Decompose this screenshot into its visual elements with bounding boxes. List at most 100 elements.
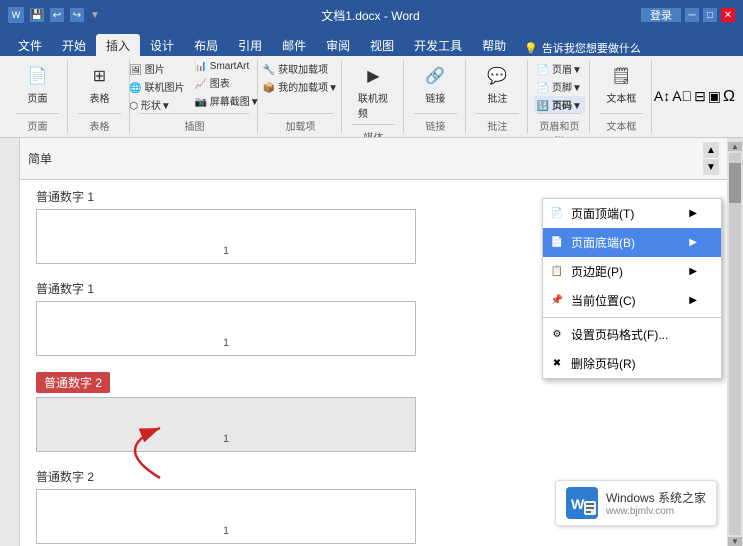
- close-button[interactable]: ✕: [721, 8, 735, 22]
- watermark-box: W Windows 系统之家 www.bjmlv.com: [555, 480, 717, 526]
- right-tools: A↕ A⃣ ⊟ ▣ Ω: [654, 88, 735, 106]
- comments-group-label: 批注: [476, 113, 519, 133]
- scroll-track[interactable]: [729, 153, 741, 535]
- online-video-button[interactable]: ▶ 联机视频: [352, 60, 395, 124]
- pages-button[interactable]: 📄 页面: [18, 60, 58, 109]
- textbox-button[interactable]: 🗒 文本框: [600, 60, 642, 109]
- illustrations-items: 🖼 图片 🌐 联机图片 ⬡ 形状▼ 📊 SmartArt 📈 图表 📷 屏幕截图…: [126, 60, 262, 113]
- arrow-right-icon-2: ▶: [689, 266, 697, 277]
- tab-help[interactable]: 帮助: [472, 34, 516, 56]
- save-button[interactable]: 💾: [30, 8, 44, 22]
- gallery-preview-1[interactable]: 1: [36, 301, 416, 356]
- screenshot-button[interactable]: 📷 屏幕截图▼: [192, 92, 263, 109]
- ribbon-group-links: 🔗 链接 链接: [406, 60, 466, 133]
- shapes-button[interactable]: ⬡ 形状▼: [126, 96, 187, 113]
- page-top-icon: 📄: [549, 206, 565, 222]
- ribbon-group-media: ▶ 联机视频 媒体: [344, 60, 404, 133]
- svg-text:W: W: [571, 496, 585, 512]
- tab-layout[interactable]: 布局: [184, 34, 228, 56]
- menu-item-page-margin[interactable]: 📋 页边距(P) ▶: [543, 257, 721, 286]
- gallery-preview-0[interactable]: 1: [36, 209, 416, 264]
- link-icon: 🔗: [423, 64, 447, 88]
- smartart-button[interactable]: 📊 SmartArt: [192, 60, 263, 73]
- online-picture-button[interactable]: 🌐 联机图片: [126, 78, 187, 95]
- menu-item-page-bottom[interactable]: 📄 页面底端(B) ▶: [543, 228, 721, 257]
- tab-insert[interactable]: 插入: [96, 34, 140, 56]
- minimize-button[interactable]: ─: [685, 8, 699, 22]
- ribbon-right: A↕ A⃣ ⊟ ▣ Ω: [654, 60, 735, 133]
- gallery-item-label-2: 普通数字 2: [36, 372, 110, 393]
- menu-item-delete[interactable]: ✖ 删除页码(R): [543, 349, 721, 378]
- table-items: ⊞ 表格: [80, 60, 120, 113]
- restore-button[interactable]: □: [703, 8, 717, 22]
- arrow-right-icon-1: ▶: [689, 237, 697, 248]
- tab-view[interactable]: 视图: [360, 34, 404, 56]
- scroll-thumb[interactable]: [729, 163, 741, 203]
- current-pos-icon: 📌: [549, 293, 565, 309]
- gallery-preview-2[interactable]: 1: [36, 397, 416, 452]
- tab-home[interactable]: 开始: [52, 34, 96, 56]
- scroll-down-button[interactable]: ▼: [728, 537, 742, 546]
- comment-button[interactable]: 💬 批注: [477, 60, 517, 109]
- doc-area: 简单 ▲ ▼ 普通数字 1 1 普通数字 1 1: [20, 138, 727, 546]
- tab-design[interactable]: 设计: [140, 34, 184, 56]
- title-bar: W 💾 ↩ ↪ ▼ 文档1.docx - Word 登录 ─ □ ✕: [0, 0, 743, 30]
- gallery-header: 简单 ▲ ▼: [20, 138, 727, 180]
- word-icon: W: [8, 7, 24, 23]
- illustrations-col2: 📊 SmartArt 📈 图表 📷 屏幕截图▼: [192, 60, 263, 109]
- picture-button[interactable]: 🖼 图片: [126, 60, 187, 77]
- get-addins-button[interactable]: 🔧 获取加载项: [260, 60, 341, 77]
- chart-button[interactable]: 📈 图表: [192, 74, 263, 91]
- pages-items: 📄 页面: [18, 60, 58, 113]
- video-icon: ▶: [361, 64, 385, 88]
- login-button[interactable]: 登录: [641, 8, 681, 22]
- menu-item-current-pos[interactable]: 📌 当前位置(C) ▶: [543, 286, 721, 315]
- addins-group-label: 加载项: [268, 113, 333, 133]
- ribbon-group-comments: 💬 批注 批注: [468, 60, 528, 133]
- links-button[interactable]: 🔗 链接: [415, 60, 455, 109]
- textbox-group-label: 文本框: [600, 113, 643, 133]
- help-search: 💡 告诉我您想要做什么: [524, 40, 641, 56]
- context-menu: 📄 页面顶端(T) ▶ 📄 页面底端(B) ▶ 📋 页边距(P) ▶ 📌 当前位…: [542, 198, 722, 379]
- illustrations-col: 🖼 图片 🌐 联机图片 ⬡ 形状▼: [126, 60, 187, 113]
- redo-button[interactable]: ↪: [70, 8, 84, 22]
- addins-items: 🔧 获取加载项 📦 我的加载项▼: [260, 60, 341, 113]
- table-icon: ⊞: [88, 64, 112, 88]
- arrow-right-icon-0: ▶: [689, 208, 697, 219]
- right-scrollbar: ▲ ▼: [727, 138, 743, 546]
- menu-item-format[interactable]: ⚙ 设置页码格式(F)...: [543, 320, 721, 349]
- menu-item-page-top[interactable]: 📄 页面顶端(T) ▶: [543, 199, 721, 228]
- format-page-icon: ⚙: [549, 327, 565, 343]
- page-num-2: 1: [223, 433, 229, 445]
- tab-file[interactable]: 文件: [8, 34, 52, 56]
- ribbon-group-textbox: 🗒 文本框 文本框: [592, 60, 652, 133]
- scroll-up-button[interactable]: ▲: [728, 142, 742, 151]
- gallery-preview-3[interactable]: 1: [36, 489, 416, 544]
- textbox-items: 🗒 文本框: [600, 60, 642, 113]
- table-group-label: 表格: [78, 113, 121, 133]
- table-button[interactable]: ⊞ 表格: [80, 60, 120, 109]
- left-sidebar: [0, 138, 20, 546]
- gallery-scroll-down[interactable]: ▼: [703, 159, 719, 175]
- undo-button[interactable]: ↩: [50, 8, 64, 22]
- illustrations-group-label: 插图: [140, 113, 249, 133]
- tab-mailings[interactable]: 邮件: [272, 34, 316, 56]
- footer-button[interactable]: 📄 页脚▼: [534, 78, 585, 95]
- page-num-button[interactable]: 🔢 页码▼: [534, 96, 585, 113]
- header-button[interactable]: 📄 页眉▼: [534, 60, 585, 77]
- watermark-icon: W: [566, 487, 598, 519]
- page-num-1: 1: [223, 337, 229, 349]
- pages-group-label: 页面: [16, 113, 59, 133]
- gallery-item-2[interactable]: 普通数字 2 1: [36, 372, 711, 452]
- hf-col: 📄 页眉▼ 📄 页脚▼ 🔢 页码▼: [534, 60, 585, 113]
- tab-references[interactable]: 引用: [228, 34, 272, 56]
- tab-developer[interactable]: 开发工具: [404, 34, 472, 56]
- media-items: ▶ 联机视频: [352, 60, 395, 124]
- pages-icon: 📄: [26, 64, 50, 88]
- window-title: 文档1.docx - Word: [100, 7, 641, 24]
- border-icon: ▣: [708, 88, 721, 106]
- tab-review[interactable]: 审阅: [316, 34, 360, 56]
- my-addins-button[interactable]: 📦 我的加载项▼: [260, 78, 341, 95]
- gallery-scroll-up[interactable]: ▲: [703, 142, 719, 158]
- watermark-url: www.bjmlv.com: [606, 506, 706, 517]
